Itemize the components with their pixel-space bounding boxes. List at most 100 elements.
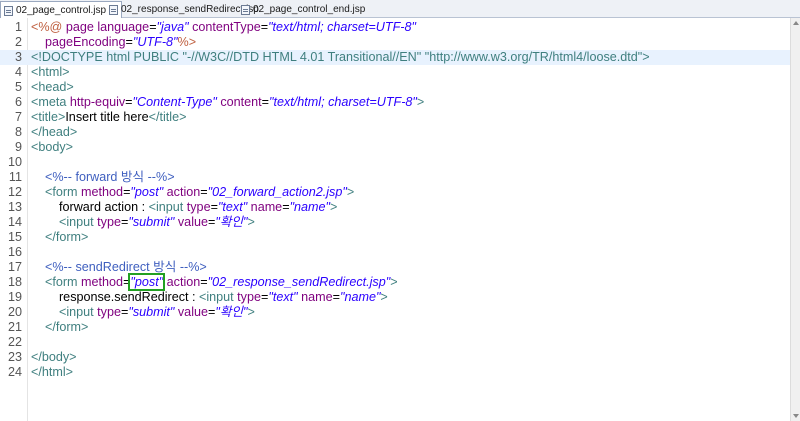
code-text: forward action : <input type="text" name… [31,200,337,215]
code-token: </form> [45,230,89,244]
code-text: <form method="post" action="02_forward_a… [31,185,354,200]
code-token: </html> [31,365,73,379]
code-token: <input [148,200,187,214]
code-line[interactable]: 19 response.sendRedirect : <input type="… [0,290,790,305]
code-token: content [216,95,262,109]
code-text: <%@ page language="java" contentType="te… [31,20,416,35]
code-line[interactable]: 5 <head> [0,80,790,95]
code-token: = [261,95,270,109]
code-editor[interactable]: 1 <%@ page language="java" contentType="t… [0,18,790,421]
editor-tab-bar: 02_page_control.jsp ✕ 02_response_sendRe… [0,0,800,19]
code-line[interactable]: 16 [0,245,790,260]
code-line[interactable]: 6 <meta http-equiv="Content-Type" content… [0,95,790,110]
code-line[interactable]: 2 pageEncoding="UTF-8"%> [0,35,790,50]
scroll-down-icon[interactable] [793,414,799,418]
tab-label: 02_page_control.jsp [16,5,107,16]
code-token: <%-- forward 방식 --%> [45,170,175,184]
code-line[interactable]: 24 </html> [0,365,790,380]
code-text: <body> [31,140,73,155]
code-token: "UTF-8" [132,35,178,49]
code-token: </head> [31,125,78,139]
line-number: 19 [7,290,22,304]
code-line[interactable]: 15 </form> [0,230,790,245]
code-token: action [163,185,201,199]
code-line[interactable]: 4 <html> [0,65,790,80]
vertical-scrollbar[interactable] [790,18,800,421]
code-token: </title> [148,110,187,124]
line-number: 6 [14,95,22,109]
code-text: <input type="submit" value="확인"> [31,305,255,320]
code-token: = [200,275,208,289]
code-line[interactable]: 23 </body> [0,350,790,365]
line-number: 11 [8,170,22,184]
code-text: <!DOCTYPE html PUBLIC "-//W3C//DTD HTML … [31,50,650,65]
code-token: type [97,305,121,319]
code-token: language [97,20,150,34]
code-line[interactable]: 22 [0,335,790,350]
code-token: <%@ [31,20,66,34]
code-line[interactable]: 1 <%@ page language="java" contentType="t… [0,20,790,35]
code-text: </head> [31,125,77,140]
code-token: forward action : [31,200,149,214]
code-token: > [247,305,255,319]
code-text: <meta http-equiv="Content-Type" content=… [31,95,424,110]
code-line[interactable]: 18 <form method="post" action="02_respon… [0,273,790,291]
code-line[interactable]: 9 <body> [0,140,790,155]
line-number: 21 [7,320,22,334]
code-token: http-equiv [69,95,126,109]
line-number: 16 [7,245,22,259]
code-line[interactable]: 11 <%-- forward 방식 --%> [0,170,790,185]
code-token: = [125,95,133,109]
code-token: <title> [31,110,66,124]
code-text: <html> [31,65,70,80]
line-number: 22 [7,335,22,349]
code-text: <%-- sendRedirect 방식 --%> [31,260,207,275]
jsp-file-icon [241,4,250,15]
code-token: > [247,215,255,229]
line-number: 3 [14,50,22,64]
code-line[interactable]: 12 <form method="post" action="02_forwar… [0,185,790,200]
code-line[interactable]: 17 <%-- sendRedirect 방식 --%> [0,260,790,275]
code-token: type [237,290,261,304]
code-line[interactable]: 14 <input type="submit" value="확인"> [0,215,790,230]
code-line[interactable]: 7 <title>Insert title here</title> [0,110,790,125]
code-token: Insert title here [65,110,149,124]
line-number: 15 [7,230,22,244]
code-token: <input [199,290,238,304]
code-line[interactable]: 20 <input type="submit" value="확인"> [0,305,790,320]
code-token: = [149,20,157,34]
code-token: "name" [289,200,331,214]
code-token: action [163,275,201,289]
code-text: response.sendRedirect : <input type = "tex… [31,290,388,305]
code-line[interactable]: 8 </head> [0,125,790,140]
code-token: = [125,35,133,49]
tab-label: 02_page_control_end.jsp [253,4,366,15]
code-token: name [297,290,333,304]
code-token: "02_forward_action2.jsp" [207,185,347,199]
code-token: > [380,290,388,304]
code-line[interactable]: 3 <!DOCTYPE html PUBLIC "-//W3C//DTD HTML… [0,50,790,65]
code-token: type [97,215,121,229]
tab-02-page-control[interactable]: 02_page_control.jsp ✕ [0,1,122,19]
code-token: </body> [31,350,77,364]
code-token: response.sendRedirect : [31,290,199,304]
line-number: 24 [7,365,22,379]
code-text: <input type="submit" value="확인"> [31,215,255,230]
code-line[interactable]: 21 </form> [0,320,790,335]
code-token: "text" [217,200,248,214]
line-number: 18 [7,275,22,289]
scroll-up-icon[interactable] [793,21,799,25]
code-line[interactable]: 10 [0,155,790,170]
line-number: 8 [14,125,22,139]
tab-02-page-control-end[interactable]: 02_page_control_end.jsp [238,1,369,18]
code-token: <form [45,185,82,199]
code-token: <form [45,275,82,289]
code-line[interactable]: 13 forward action : <input type="text" n… [0,200,790,215]
line-number: 23 [7,350,22,364]
code-token: page [65,20,98,34]
code-token: "text" [268,290,298,304]
